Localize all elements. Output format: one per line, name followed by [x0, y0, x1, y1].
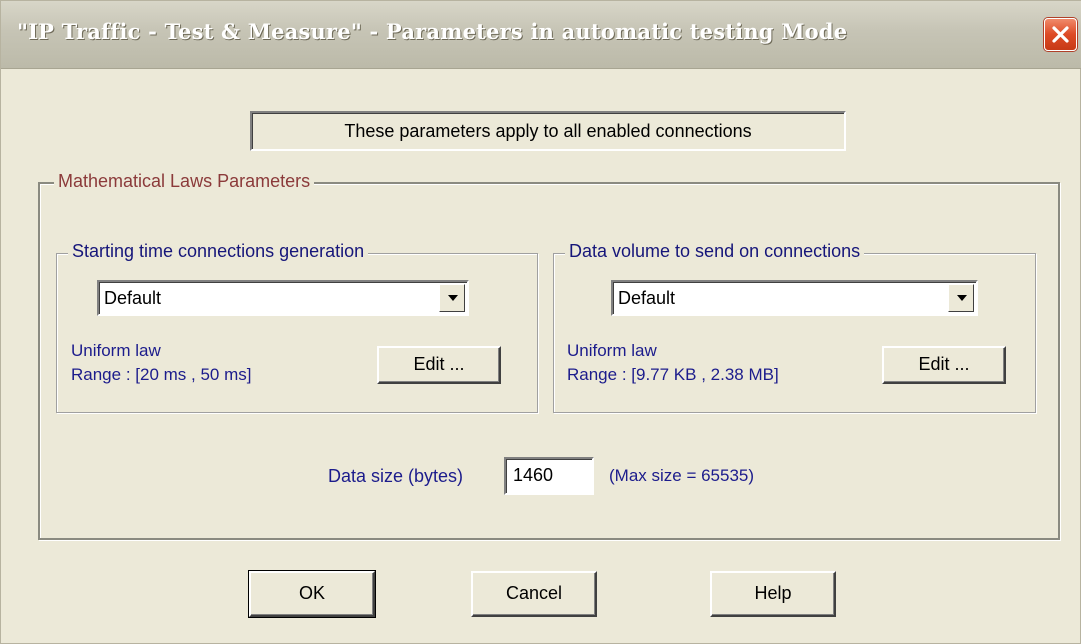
starting-time-range: Range : [20 ms , 50 ms] — [71, 365, 252, 384]
data-size-input[interactable]: 1460 — [504, 457, 594, 495]
chevron-down-icon — [448, 295, 458, 301]
starting-time-law: Uniform law — [71, 341, 161, 360]
data-volume-law-info: Uniform law Range : [9.77 KB , 2.38 MB] — [567, 339, 779, 387]
data-volume-dropdown-button[interactable] — [948, 284, 974, 312]
starting-time-legend: Starting time connections generation — [68, 241, 369, 262]
ok-button[interactable]: OK — [248, 570, 376, 618]
math-laws-legend: Mathematical Laws Parameters — [54, 171, 315, 192]
close-button[interactable] — [1044, 18, 1077, 51]
cancel-button[interactable]: Cancel — [471, 571, 597, 617]
close-icon — [1052, 26, 1069, 43]
dialog-window: "IP Traffic - Test & Measure" - Paramete… — [0, 0, 1081, 644]
starting-time-select-value: Default — [104, 288, 162, 308]
starting-time-law-info: Uniform law Range : [20 ms , 50 ms] — [71, 339, 251, 387]
info-banner: These parameters apply to all enabled co… — [250, 111, 846, 151]
window-title: "IP Traffic - Test & Measure" - Paramete… — [17, 19, 848, 44]
data-volume-legend: Data volume to send on connections — [565, 241, 865, 262]
starting-time-edit-button[interactable]: Edit ... — [377, 346, 501, 384]
data-volume-law: Uniform law — [567, 341, 657, 360]
data-volume-select[interactable]: Default — [611, 280, 978, 316]
starting-time-select[interactable]: Default — [97, 280, 469, 316]
data-volume-group: Data volume to send on connections — [553, 241, 1036, 413]
starting-time-dropdown-button[interactable] — [439, 284, 465, 312]
data-volume-edit-button[interactable]: Edit ... — [882, 346, 1006, 384]
data-volume-range: Range : [9.77 KB , 2.38 MB] — [567, 365, 779, 384]
data-size-label: Data size (bytes) — [328, 466, 464, 486]
chevron-down-icon — [957, 295, 967, 301]
title-bar[interactable]: "IP Traffic - Test & Measure" - Paramete… — [1, 1, 1081, 69]
data-size-max-note: (Max size = 65535) — [609, 466, 755, 485]
starting-time-group: Starting time connections generation — [56, 241, 538, 413]
data-volume-select-value: Default — [618, 288, 676, 308]
help-button[interactable]: Help — [710, 571, 836, 617]
